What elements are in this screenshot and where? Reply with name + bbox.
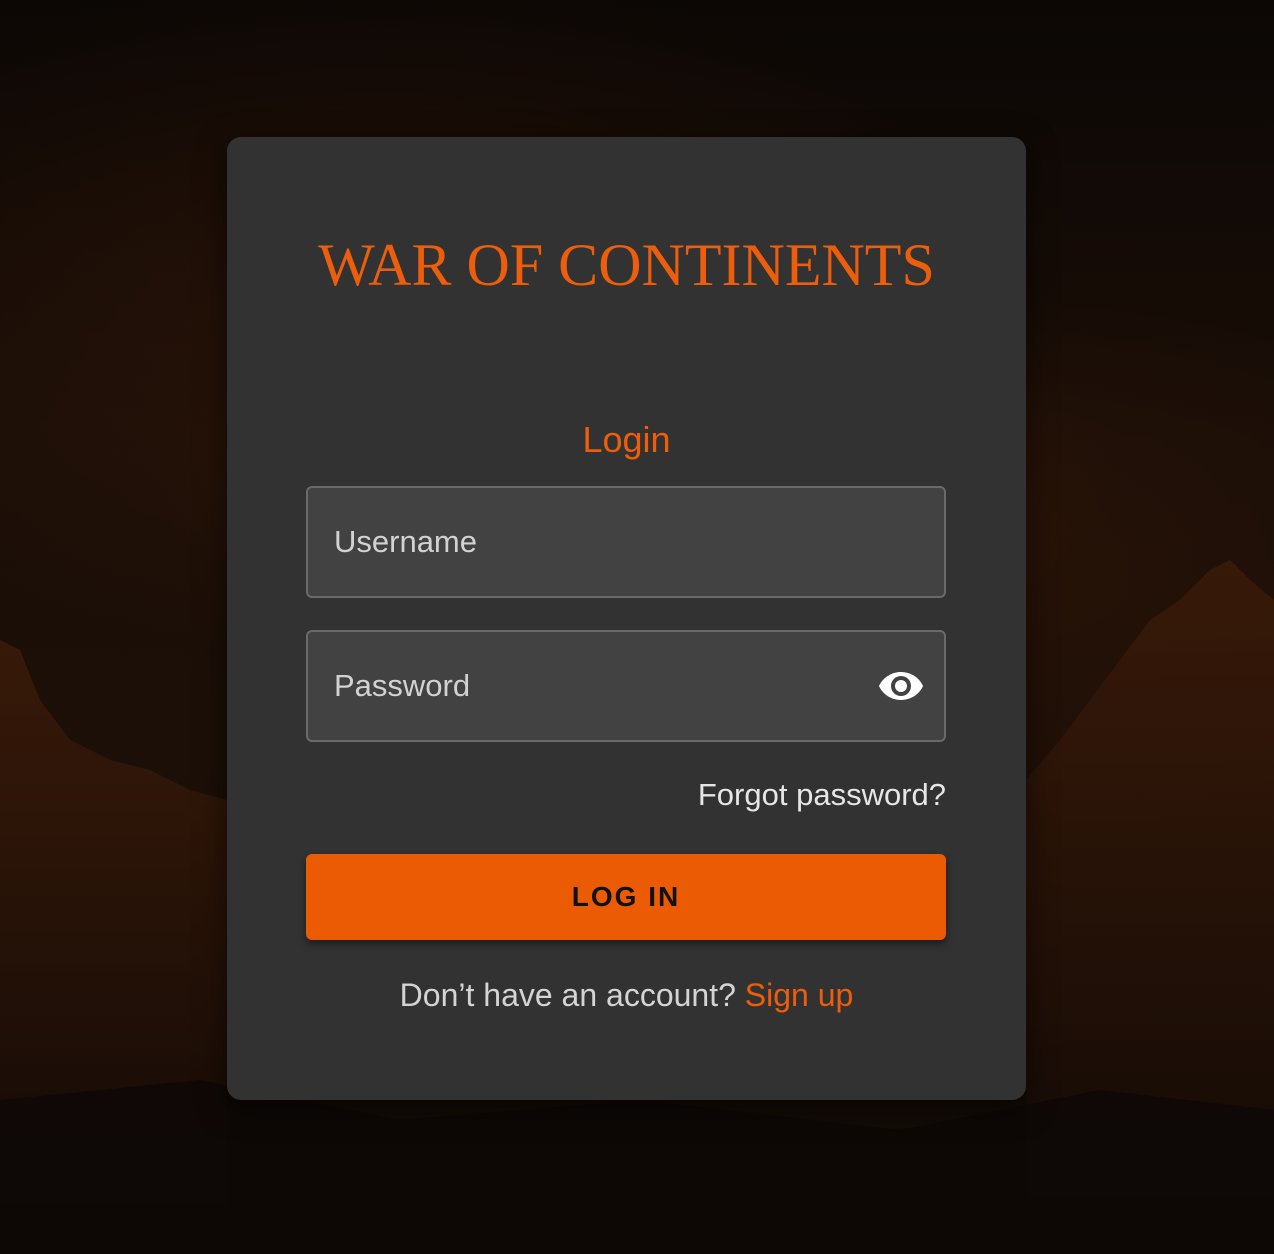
username-field [306,486,946,598]
login-button[interactable]: LOG IN [306,854,946,940]
password-field [306,630,946,742]
signup-link[interactable]: Sign up [745,977,854,1013]
eye-icon[interactable] [878,668,924,704]
login-heading: Login [582,419,671,460]
password-input[interactable] [308,632,944,740]
forgot-password-link[interactable]: Forgot password? [698,775,946,815]
login-card: WAR OF CONTINENTS Login Forgot password?… [227,137,1026,1100]
signup-row: Don’t have an account? Sign up [227,974,1026,1016]
signup-prompt: Don’t have an account? [399,977,736,1013]
game-title: WAR OF CONTINENTS [318,232,935,298]
username-input[interactable] [308,488,944,596]
